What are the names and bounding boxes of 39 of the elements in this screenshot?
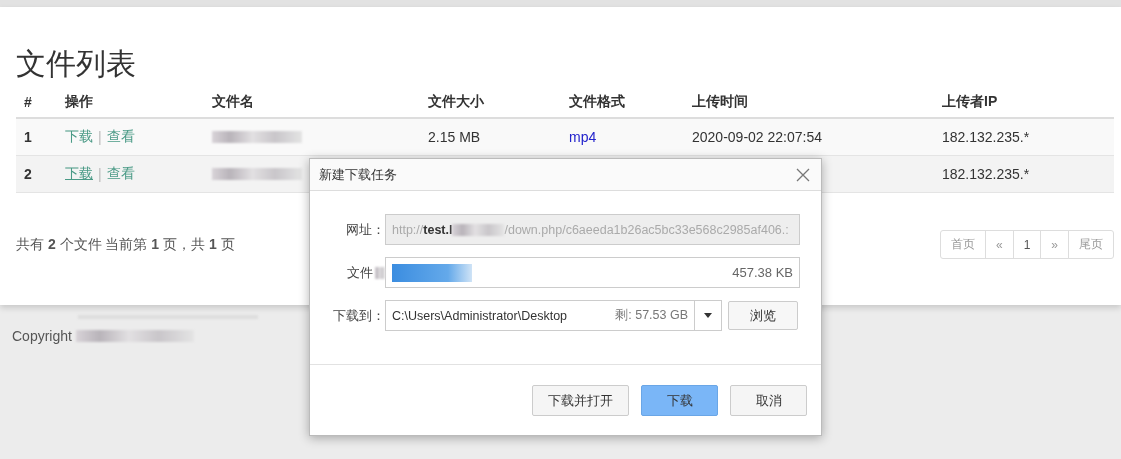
field-label: 文件 <box>347 263 373 282</box>
field-label: 网址： <box>345 220 385 239</box>
browse-button[interactable]: 浏览 <box>728 301 798 330</box>
field-label: 下载到： <box>332 306 385 325</box>
link-separator: | <box>98 166 102 182</box>
row-number: 2 <box>23 166 33 182</box>
blurred-text <box>452 223 505 236</box>
column-header: 文件格式 <box>568 93 626 111</box>
blurred-text <box>375 266 385 279</box>
format-link[interactable]: mp4 <box>569 129 597 145</box>
action-link[interactable]: 下载 <box>65 165 93 183</box>
column-header: 上传者IP <box>941 93 999 111</box>
table-cell: 2020-09-02 22:07:54 <box>692 129 822 145</box>
page-title: 文件列表 <box>16 46 137 82</box>
caret-icon <box>704 313 712 318</box>
column-header: 文件大小 <box>427 93 485 111</box>
dialog-title: 新建下载任务 <box>319 165 397 184</box>
close-icon[interactable] <box>796 167 810 182</box>
table-cell: 182.132.235.* <box>942 166 1030 182</box>
row-number: 1 <box>23 129 33 145</box>
filename-field[interactable]: 457.38 KB <box>385 257 800 288</box>
column-header: 文件名 <box>211 93 255 111</box>
file-summary: 共有 2 个文件 当前第 1 页，共 1 页 <box>16 235 235 254</box>
column-header: 上传时间 <box>691 93 749 111</box>
action-link[interactable]: 查看 <box>106 165 135 183</box>
link-separator: | <box>98 129 102 145</box>
table-cell: 2.15 MB <box>428 129 481 145</box>
dialog-button[interactable]: 下载 <box>641 385 718 416</box>
dialog-button[interactable]: 取消 <box>730 385 807 416</box>
table-cell: 182.132.235.* <box>942 129 1030 145</box>
copyright-text: Copyright <box>12 328 72 344</box>
dropdown-button[interactable] <box>695 300 722 331</box>
column-header: 操作 <box>64 93 94 111</box>
column-header: # <box>23 94 33 110</box>
save-path-field[interactable]: C:\Users\Administrator\Desktop 剩: 57.53 GB <box>385 300 695 331</box>
url-field[interactable]: http://test.l /down.php/c6aeeda1b26ac5bc33e568c2985af406.: <box>385 214 800 245</box>
dialog-button[interactable]: 下载并打开 <box>532 385 629 416</box>
action-link[interactable]: 查看 <box>106 128 135 146</box>
action-link[interactable]: 下载 <box>65 128 93 146</box>
